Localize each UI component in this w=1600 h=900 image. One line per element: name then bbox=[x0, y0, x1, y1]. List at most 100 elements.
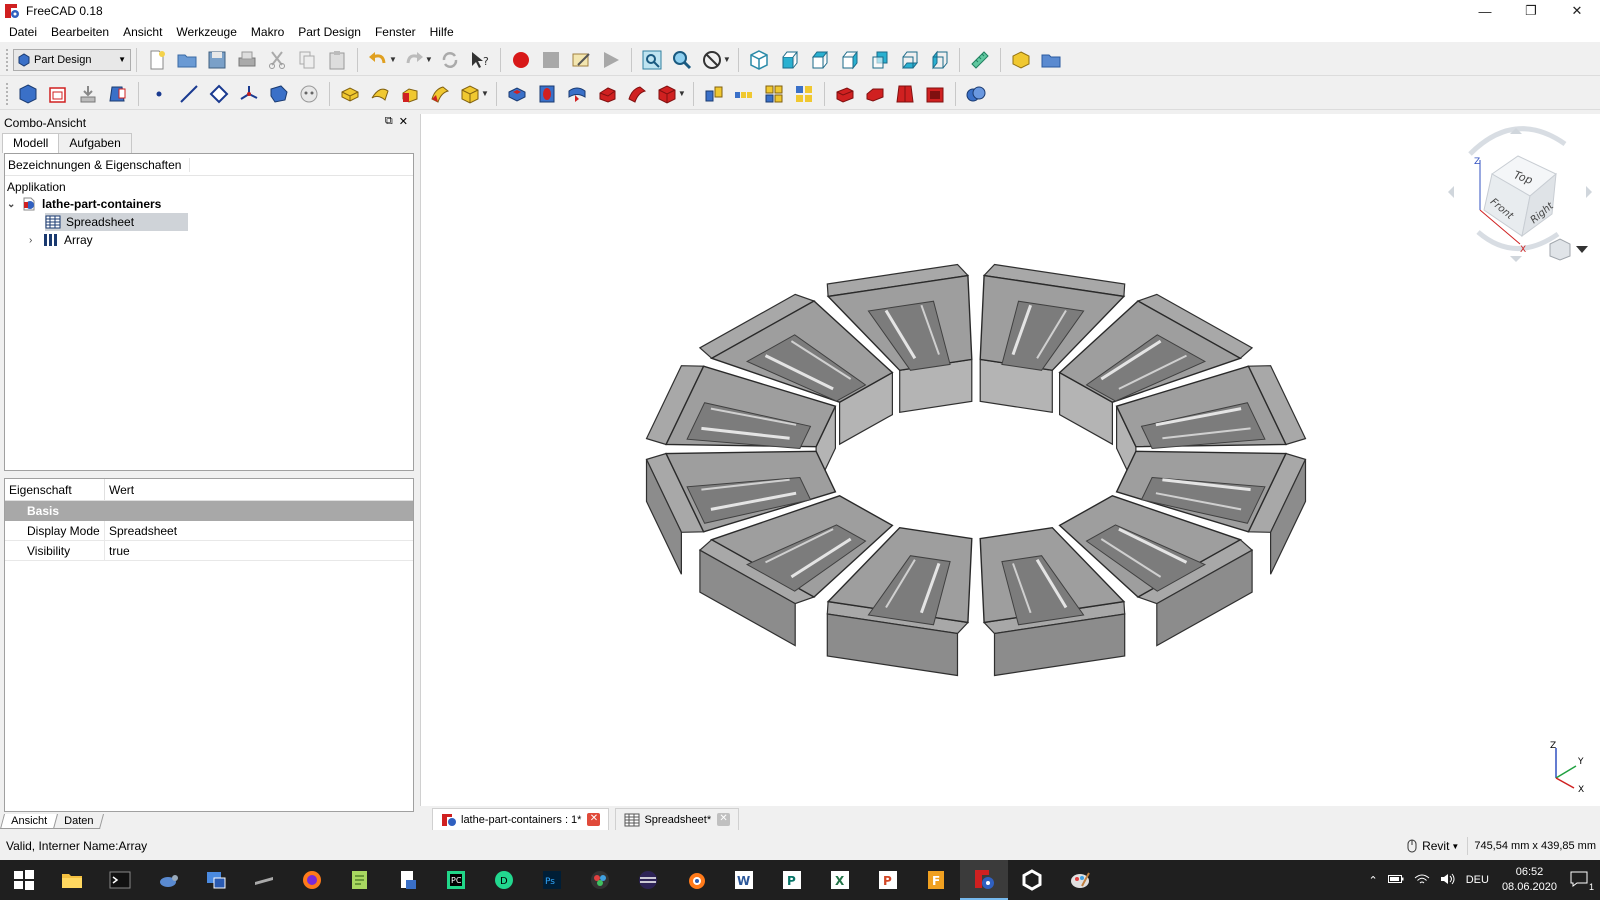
view-bottom-button[interactable] bbox=[895, 46, 923, 74]
view-left-button[interactable] bbox=[925, 46, 953, 74]
menu-bearbeiten[interactable]: Bearbeiten bbox=[44, 22, 116, 42]
property-value[interactable]: true bbox=[105, 544, 130, 558]
pycharm-icon[interactable]: PC bbox=[432, 860, 480, 900]
pad-button[interactable] bbox=[336, 80, 364, 108]
pocket-button[interactable] bbox=[503, 80, 531, 108]
view-right-button[interactable] bbox=[835, 46, 863, 74]
subtractive-primitive-button[interactable] bbox=[653, 80, 681, 108]
menu-werkzeuge[interactable]: Werkzeuge bbox=[169, 22, 243, 42]
create-group-button[interactable] bbox=[1037, 46, 1065, 74]
chamfer-button[interactable] bbox=[861, 80, 889, 108]
subtractive-primitive-dropdown-icon[interactable]: ▼ bbox=[678, 89, 686, 98]
create-part-button[interactable] bbox=[1007, 46, 1035, 74]
workbench-selector[interactable]: Part Design ▼ bbox=[13, 48, 131, 71]
open-button[interactable] bbox=[173, 46, 201, 74]
record-macro-button[interactable] bbox=[507, 46, 535, 74]
navigation-style-selector[interactable]: Revit ▼ bbox=[1406, 837, 1469, 855]
terminal-icon[interactable] bbox=[96, 860, 144, 900]
shape-binder-button[interactable] bbox=[265, 80, 293, 108]
notification-center-icon[interactable]: 1 bbox=[1565, 871, 1600, 892]
revolution-button[interactable] bbox=[366, 80, 394, 108]
create-body-button[interactable] bbox=[14, 80, 42, 108]
create-sketch-button[interactable] bbox=[44, 80, 72, 108]
restore-button[interactable]: ❐ bbox=[1508, 0, 1554, 22]
undo-dropdown-icon[interactable]: ▼ bbox=[389, 55, 397, 64]
ring-array-model[interactable] bbox=[421, 114, 1600, 806]
3d-view[interactable]: Top Front Right Z X Z Y X bbox=[420, 114, 1600, 806]
fit-all-button[interactable] bbox=[638, 46, 666, 74]
property-group-basis[interactable]: Basis bbox=[5, 501, 413, 521]
battery-icon[interactable] bbox=[1383, 874, 1409, 887]
view-top-button[interactable] bbox=[805, 46, 833, 74]
tortoise-icon[interactable] bbox=[144, 860, 192, 900]
tab-ansicht[interactable]: Ansicht bbox=[0, 814, 59, 829]
redo-button[interactable] bbox=[400, 46, 428, 74]
polar-pattern-button[interactable] bbox=[760, 80, 788, 108]
redo-dropdown-icon[interactable]: ▼ bbox=[425, 55, 433, 64]
expand-right-icon[interactable]: › bbox=[29, 235, 43, 246]
excel-icon[interactable]: X bbox=[816, 860, 864, 900]
chevron-up-icon[interactable]: ⌃ bbox=[1363, 874, 1382, 887]
document-viewer-icon[interactable] bbox=[384, 860, 432, 900]
datum-line-button[interactable] bbox=[175, 80, 203, 108]
validate-sketch-button[interactable] bbox=[74, 80, 102, 108]
linear-pattern-button[interactable] bbox=[730, 80, 758, 108]
mirrored-button[interactable] bbox=[700, 80, 728, 108]
tab-aufgaben[interactable]: Aufgaben bbox=[58, 133, 132, 153]
expand-down-icon[interactable]: ⌄ bbox=[7, 199, 21, 210]
powerpoint-icon[interactable]: P bbox=[864, 860, 912, 900]
local-coordinate-system-button[interactable] bbox=[235, 80, 263, 108]
copy-button[interactable] bbox=[293, 46, 321, 74]
undo-button[interactable] bbox=[364, 46, 392, 74]
datum-plane-button[interactable] bbox=[205, 80, 233, 108]
save-button[interactable] bbox=[203, 46, 231, 74]
davinci-resolve-icon[interactable] bbox=[576, 860, 624, 900]
draft-button[interactable] bbox=[891, 80, 919, 108]
subtractive-pipe-button[interactable] bbox=[623, 80, 651, 108]
fillet-button[interactable] bbox=[831, 80, 859, 108]
additive-primitive-dropdown-icon[interactable]: ▼ bbox=[481, 89, 489, 98]
toolbar-grip[interactable] bbox=[6, 48, 10, 71]
whats-this-button[interactable]: ? bbox=[466, 46, 494, 74]
property-row[interactable]: Visibility true bbox=[5, 540, 413, 561]
blender-icon[interactable] bbox=[672, 860, 720, 900]
groove-button[interactable] bbox=[563, 80, 591, 108]
additive-pipe-button[interactable] bbox=[426, 80, 454, 108]
map-sketch-button[interactable] bbox=[104, 80, 132, 108]
additive-primitive-button[interactable] bbox=[456, 80, 484, 108]
tree-item-array[interactable]: › Array bbox=[29, 231, 93, 249]
macro-editor-button[interactable] bbox=[567, 46, 595, 74]
vpn-icon[interactable] bbox=[240, 860, 288, 900]
hole-button[interactable] bbox=[533, 80, 561, 108]
tree-document[interactable]: ⌄ lathe-part-containers bbox=[7, 195, 161, 213]
toolbar-grip[interactable] bbox=[6, 82, 10, 105]
view-isometric-button[interactable] bbox=[745, 46, 773, 74]
firefox-icon[interactable] bbox=[288, 860, 336, 900]
eclipse-icon[interactable] bbox=[624, 860, 672, 900]
stop-macro-button[interactable] bbox=[537, 46, 565, 74]
draw-style-button[interactable] bbox=[698, 46, 726, 74]
subtractive-loft-button[interactable] bbox=[593, 80, 621, 108]
menu-part-design[interactable]: Part Design bbox=[291, 22, 368, 42]
run-macro-button[interactable] bbox=[597, 46, 625, 74]
paste-button[interactable] bbox=[323, 46, 351, 74]
additive-loft-button[interactable] bbox=[396, 80, 424, 108]
hexagon-app-icon[interactable] bbox=[1008, 860, 1056, 900]
paint-icon[interactable] bbox=[1056, 860, 1104, 900]
tab-daten[interactable]: Daten bbox=[53, 814, 105, 829]
print-button[interactable] bbox=[233, 46, 261, 74]
thickness-button[interactable] bbox=[921, 80, 949, 108]
word-icon[interactable]: W bbox=[720, 860, 768, 900]
menu-makro[interactable]: Makro bbox=[244, 22, 291, 42]
cut-button[interactable] bbox=[263, 46, 291, 74]
volume-icon[interactable] bbox=[1435, 873, 1461, 888]
tab-lathe-part-containers[interactable]: lathe-part-containers : 1* ✕ bbox=[432, 808, 610, 830]
tab-spreadsheet[interactable]: Spreadsheet* ✕ bbox=[615, 808, 740, 830]
view-rear-button[interactable] bbox=[865, 46, 893, 74]
remote-desktop-icon[interactable] bbox=[192, 860, 240, 900]
start-button[interactable] bbox=[0, 860, 48, 900]
multi-transform-button[interactable] bbox=[790, 80, 818, 108]
wifi-icon[interactable] bbox=[1409, 873, 1435, 888]
photoshop-icon[interactable]: Ps bbox=[528, 860, 576, 900]
measure-distance-button[interactable] bbox=[966, 46, 994, 74]
